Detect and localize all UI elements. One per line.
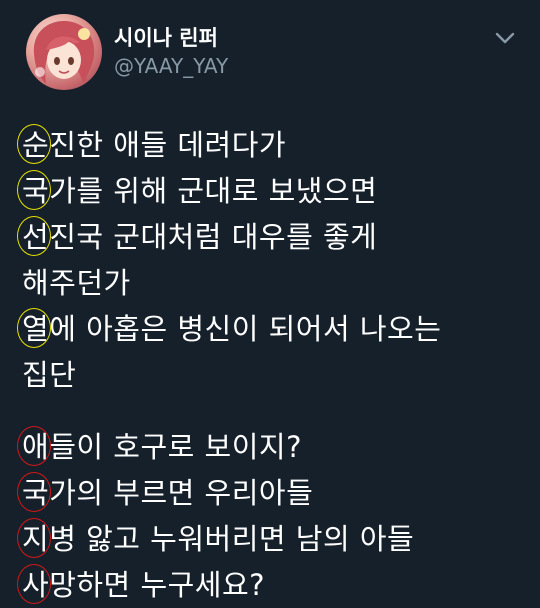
initial-char: 사	[22, 568, 50, 602]
tweet-line: 애들이 호구로 보이지?	[17, 424, 522, 470]
line-text: 병 앓고 누워버리면 남의 아들	[49, 522, 415, 556]
avatar[interactable]	[26, 14, 102, 90]
acrostic-initial: 국	[17, 470, 51, 516]
initial-char: 국	[22, 476, 50, 510]
acrostic-initial: 선	[17, 214, 51, 260]
acrostic-initial: 사	[17, 562, 51, 608]
line-text: 해주던가	[22, 266, 131, 300]
acrostic-initial: 국	[17, 168, 51, 214]
avatar-illustration	[33, 20, 95, 84]
tweet-line: 선진국 군대처럼 대우를 좋게	[17, 214, 522, 260]
line-text: 진한 애들 데려다가	[49, 128, 287, 162]
user-handle[interactable]: @YAAY_YAY	[114, 54, 228, 78]
acrostic-initial: 순	[17, 122, 51, 168]
tweet-text: 순진한 애들 데려다가 국가를 위해 군대로 보냈으면 선진국 군대처럼 대우를…	[17, 122, 522, 608]
tweet-line: 국가의 부르면 우리아들	[17, 470, 522, 516]
line-text: 망하면 누구세요?	[49, 568, 266, 602]
tweet-line: 순진한 애들 데려다가	[17, 122, 522, 168]
tweet-line: 해주던가	[22, 260, 522, 306]
tweet-line: 지병 앓고 누워버리면 남의 아들	[17, 516, 522, 562]
acrostic-initial: 애	[17, 424, 51, 470]
line-text: 에 아홉은 병신이 되어서 나오는	[49, 312, 442, 346]
initial-char: 선	[22, 220, 50, 254]
line-text: 가를 위해 군대로 보냈으면	[49, 174, 378, 208]
tweet-line: 사망하면 누구세요?	[17, 562, 522, 608]
initial-char: 국	[22, 174, 50, 208]
acrostic-initial: 열	[17, 306, 51, 352]
line-text: 가의 부르면 우리아들	[49, 476, 314, 510]
chevron-down-icon[interactable]	[490, 26, 520, 50]
tweet-line: 국가를 위해 군대로 보냈으면	[17, 168, 522, 214]
tweet-line: 집단	[22, 352, 522, 398]
tweet-paragraph: 순진한 애들 데려다가 국가를 위해 군대로 보냈으면 선진국 군대처럼 대우를…	[17, 122, 522, 398]
line-text: 진국 군대처럼 대우를 좋게	[49, 220, 378, 254]
tweet-paragraph: 애들이 호구로 보이지? 국가의 부르면 우리아들 지병 앓고 누워버리면 남의…	[17, 424, 522, 608]
initial-char: 열	[22, 312, 50, 346]
line-text: 들이 호구로 보이지?	[49, 430, 302, 464]
display-name[interactable]: 시이나 린퍼	[114, 22, 218, 52]
tweet-line: 열에 아홉은 병신이 되어서 나오는	[17, 306, 522, 352]
initial-char: 순	[22, 128, 50, 162]
initial-char: 지	[22, 522, 50, 556]
initial-char: 애	[22, 430, 50, 464]
acrostic-initial: 지	[17, 516, 51, 562]
line-text: 집단	[22, 358, 77, 392]
